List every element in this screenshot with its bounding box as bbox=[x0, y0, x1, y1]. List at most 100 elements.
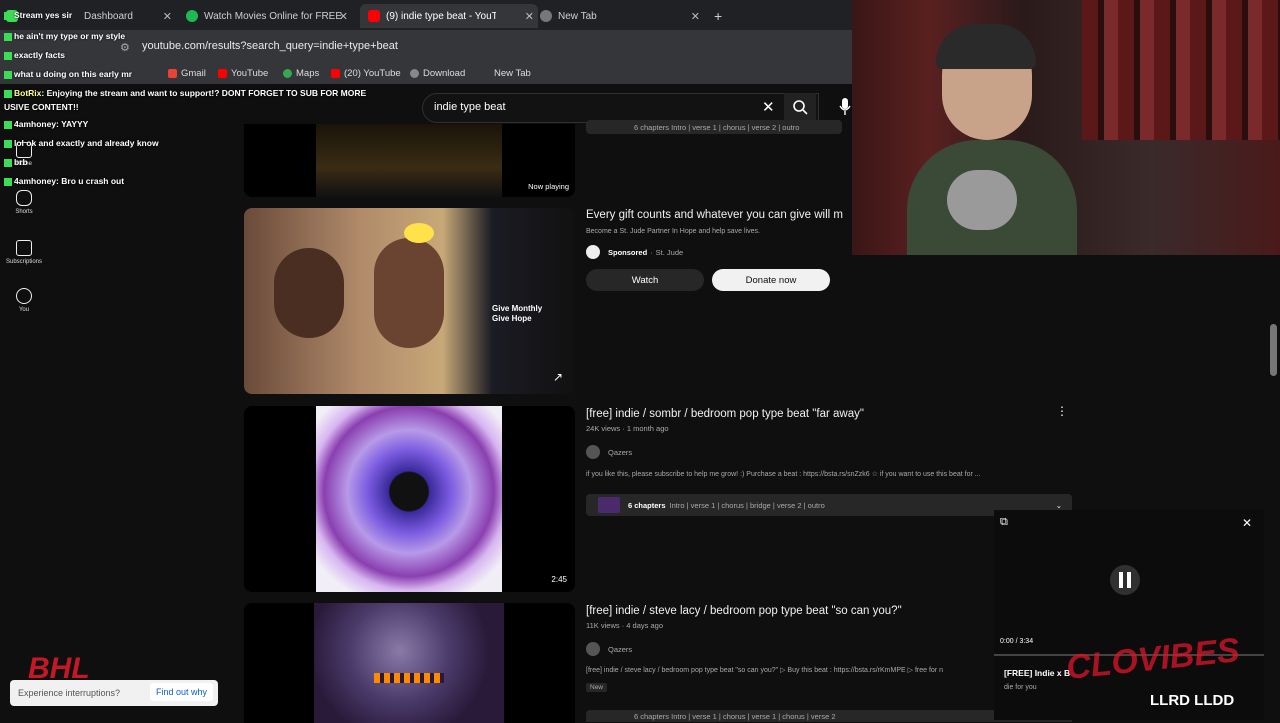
search-icon bbox=[793, 100, 808, 115]
bookmark-maps[interactable]: Maps bbox=[283, 68, 319, 79]
video-thumbnail[interactable]: Now playing bbox=[244, 124, 575, 197]
sponsor-name: St. Jude bbox=[655, 247, 684, 257]
sidebar-label: Shorts bbox=[15, 209, 33, 215]
close-icon[interactable]: ✕ bbox=[163, 10, 172, 23]
bookmark-label: Download bbox=[423, 68, 466, 79]
tab-label: Dashboard bbox=[84, 10, 133, 22]
more-actions-icon[interactable]: ⋮ bbox=[1056, 404, 1068, 418]
close-icon[interactable]: ✕ bbox=[525, 10, 534, 23]
tab-label: New Tab bbox=[558, 10, 597, 22]
chapters-text: 6 chapters Intro | verse 1 | chorus | ve… bbox=[634, 122, 800, 132]
bookmark-label: Gmail bbox=[181, 68, 206, 79]
chat-message: brb bbox=[4, 157, 28, 167]
movies-icon bbox=[186, 10, 198, 22]
tab-label: Watch Movies Online for FREE bbox=[204, 10, 343, 22]
ad-description: Become a St. Jude Partner In Hope and he… bbox=[586, 228, 760, 235]
scrollbar[interactable] bbox=[1270, 324, 1277, 376]
search-input[interactable]: indie type beat bbox=[434, 101, 506, 113]
browser-tab-bar: Dashboard ✕ Watch Movies Online for FREE… bbox=[0, 0, 852, 30]
chat-message: BotRix: Enjoying the stream and want to … bbox=[4, 88, 366, 98]
video-meta: 24K views · 1 month ago bbox=[586, 424, 669, 433]
donate-now-button[interactable]: Donate now bbox=[712, 269, 830, 291]
video-thumbnail[interactable]: 2:45 bbox=[244, 406, 575, 592]
close-icon[interactable]: ✕ bbox=[339, 10, 348, 23]
chevron-down-icon[interactable]: ⌄ bbox=[1056, 501, 1062, 510]
ad-thumbnail[interactable]: Give Monthly Give Hope ↗ bbox=[244, 208, 575, 394]
chapters-row[interactable]: 6 chapters Intro | verse 1 | chorus | ve… bbox=[586, 120, 842, 134]
chapters-text: 6 chapters Intro | verse 1 | chorus | ve… bbox=[634, 711, 836, 721]
gmail-icon bbox=[168, 69, 177, 78]
video-thumbnail[interactable] bbox=[244, 603, 575, 723]
watch-button[interactable]: Watch bbox=[586, 269, 704, 291]
sidebar-item-subscriptions[interactable]: Subscriptions bbox=[6, 240, 42, 265]
video-meta: 11K views · 4 days ago bbox=[586, 621, 663, 630]
bookmark-label: New Tab bbox=[494, 68, 531, 79]
bookmark-label: YouTube bbox=[231, 68, 269, 79]
interruptions-text: Experience interruptions? bbox=[18, 688, 121, 698]
chapter-thumb bbox=[598, 497, 620, 513]
globe-icon bbox=[410, 69, 419, 78]
site-settings-icon[interactable]: ⚙ bbox=[120, 41, 130, 54]
channel-avatar bbox=[586, 445, 600, 459]
chapters-count: 6 chapters bbox=[628, 500, 666, 510]
bookmark-new-tab[interactable]: New Tab bbox=[494, 68, 531, 79]
miniplayer-channel: die for you bbox=[1004, 684, 1037, 691]
corner-logo: BHL bbox=[28, 652, 90, 685]
tab-youtube[interactable]: (9) indie type beat - YouTube ✕ bbox=[360, 4, 538, 28]
youtube-icon bbox=[368, 10, 380, 22]
chapters-list: Intro | verse 1 | chorus | bridge | vers… bbox=[669, 500, 825, 510]
chat-message: Stream yes sir bbox=[4, 10, 72, 20]
ad-title[interactable]: Every gift counts and whatever you can g… bbox=[586, 209, 852, 221]
new-badge: New bbox=[586, 683, 608, 692]
channel-avatar bbox=[586, 642, 600, 656]
tab-movies[interactable]: Watch Movies Online for FREE ✕ bbox=[186, 4, 352, 28]
search-button[interactable] bbox=[784, 93, 816, 121]
close-icon[interactable]: ✕ bbox=[691, 10, 700, 23]
close-icon[interactable]: ✕ bbox=[1242, 516, 1252, 530]
bookmark-download[interactable]: Download bbox=[410, 68, 465, 79]
tab-new-tab[interactable]: New Tab ✕ bbox=[540, 4, 704, 28]
expand-icon[interactable]: ⧉ bbox=[1000, 516, 1008, 529]
bookmark-youtube-20[interactable]: (20) YouTube bbox=[331, 68, 401, 79]
youtube-icon bbox=[218, 69, 227, 78]
duration-badge: 2:45 bbox=[551, 575, 567, 584]
sidebar-item-shorts[interactable]: Shorts bbox=[6, 190, 42, 215]
sidebar-item-you[interactable]: You bbox=[6, 288, 42, 313]
channel-link[interactable]: Qazers bbox=[586, 445, 632, 459]
clear-search-icon[interactable]: ✕ bbox=[762, 98, 775, 116]
chat-message: lol ok and exactly and already know bbox=[4, 138, 159, 148]
ad-thumbnail-text: Give Monthly Give Hope bbox=[492, 304, 543, 323]
voice-search-button[interactable] bbox=[838, 97, 852, 122]
url-field[interactable]: youtube.com/results?search_query=indie+t… bbox=[142, 40, 398, 52]
channel-name: Qazers bbox=[608, 644, 633, 654]
pause-icon bbox=[1119, 572, 1123, 588]
chat-message: USIVE CONTENT!! bbox=[4, 102, 79, 112]
you-icon bbox=[16, 288, 32, 304]
channel-link[interactable]: Qazers bbox=[586, 642, 632, 656]
shorts-icon bbox=[16, 190, 32, 206]
bookmark-label: (20) YouTube bbox=[344, 68, 401, 79]
video-description: [free] indie / steve lacy / bedroom pop … bbox=[586, 667, 943, 674]
chat-message: he ain't my type or my style bbox=[4, 31, 125, 41]
bookmark-youtube[interactable]: YouTube bbox=[218, 68, 268, 79]
channel-name: Qazers bbox=[608, 447, 633, 457]
webcam-overlay bbox=[852, 0, 1280, 255]
video-title[interactable]: [free] indie / sombr / bedroom pop type … bbox=[586, 408, 864, 420]
bookmark-gmail[interactable]: Gmail bbox=[168, 68, 206, 79]
bookmark-label: Maps bbox=[296, 68, 320, 79]
now-playing-label: Now playing bbox=[528, 182, 569, 191]
video-title[interactable]: [free] indie / steve lacy / bedroom pop … bbox=[586, 605, 902, 617]
pause-button[interactable] bbox=[1110, 565, 1140, 595]
chat-message: what u doing on this early mr bbox=[4, 69, 132, 79]
chrome-icon bbox=[540, 10, 552, 22]
sponsored-label: Sponsored bbox=[608, 247, 648, 257]
external-link-icon[interactable]: ↗ bbox=[553, 370, 563, 384]
chat-message: 4amhoney: Bro u crash out bbox=[4, 176, 124, 186]
ad-sponsor: Sponsored · St. Jude bbox=[586, 245, 683, 259]
new-tab-button[interactable]: + bbox=[714, 4, 728, 28]
miniplayer[interactable]: ⧉ ✕ 0:00 / 3:34 [FREE] Indie x B die for… bbox=[994, 510, 1264, 720]
st-jude-avatar bbox=[586, 245, 600, 259]
mic-icon bbox=[839, 98, 851, 115]
chat-message: exactly facts bbox=[4, 50, 65, 60]
find-out-why-link[interactable]: Find out why bbox=[150, 683, 214, 701]
